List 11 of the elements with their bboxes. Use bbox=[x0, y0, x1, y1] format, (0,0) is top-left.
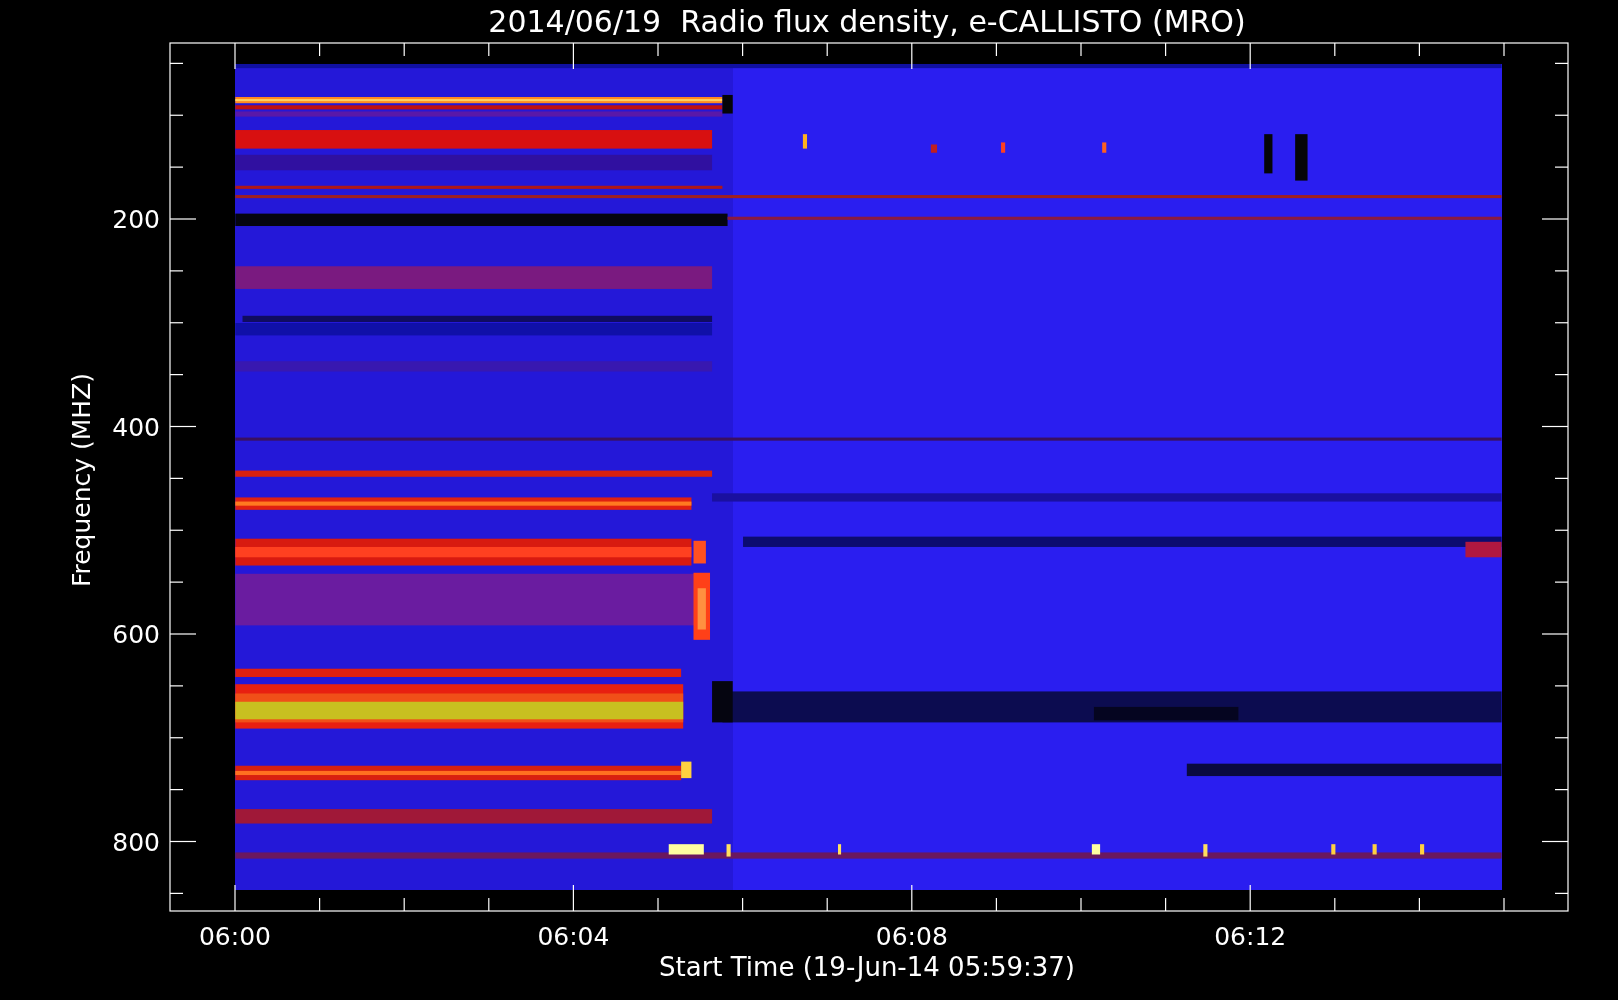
tick-label: 200 bbox=[112, 205, 160, 234]
axis-label: Start Time (19-Jun-14 05:59:37) bbox=[659, 952, 1075, 982]
axis-label: Frequency (MHZ) bbox=[67, 372, 96, 588]
tick-label: 400 bbox=[112, 412, 160, 442]
tick-label: 06:04 bbox=[537, 922, 610, 951]
tick-label: 06:00 bbox=[199, 922, 271, 951]
tick-label: 06:08 bbox=[875, 922, 948, 951]
tick-label: 800 bbox=[112, 827, 160, 857]
tick-label: 600 bbox=[112, 620, 160, 649]
chart-title: 2014/06/19 Radio flux density, e-CALLISTO (MRO) bbox=[488, 4, 1246, 39]
tick-label: 06:12 bbox=[1214, 922, 1287, 951]
